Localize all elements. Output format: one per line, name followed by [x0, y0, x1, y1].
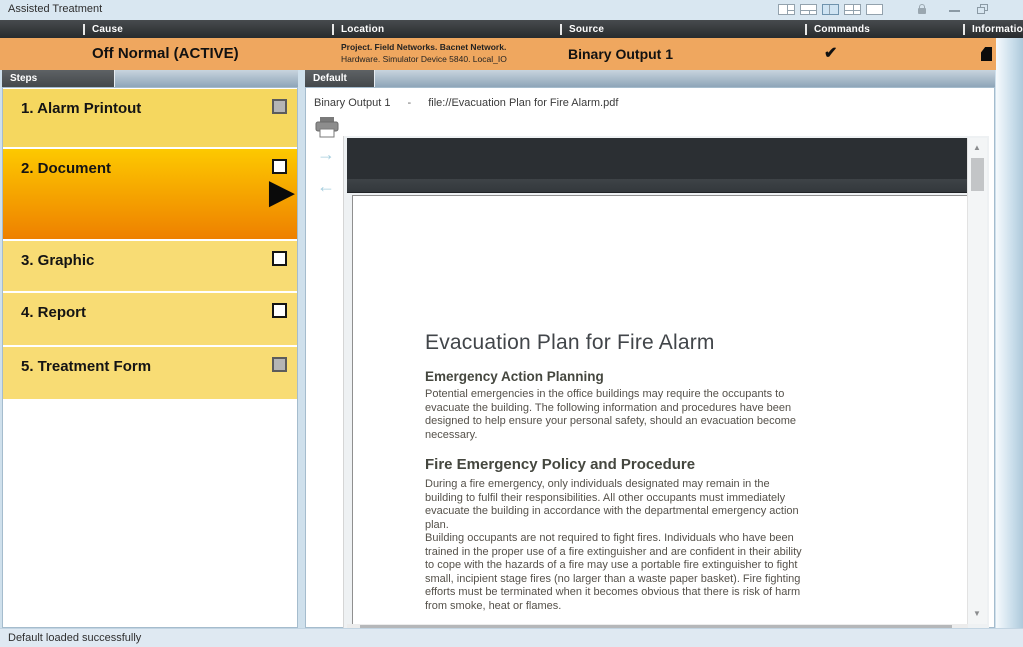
- step-checkbox-empty[interactable]: [272, 251, 287, 266]
- viewer-tab-bar: Default: [305, 70, 995, 87]
- document-title: Evacuation Plan for Fire Alarm: [425, 331, 803, 355]
- layout-split-bottom-icon[interactable]: [800, 4, 817, 15]
- scroll-down-icon[interactable]: ▼: [973, 610, 981, 618]
- breadcrumb-separator: -: [408, 97, 412, 109]
- command-check-icon: ✔: [824, 43, 837, 63]
- pdf-page: Evacuation Plan for Fire Alarm Emergency…: [352, 195, 968, 628]
- column-information: Information: [963, 20, 1023, 38]
- step-item-alarm-printout[interactable]: 1. Alarm Printout: [3, 89, 297, 147]
- title-bar: Assisted Treatment: [0, 0, 1023, 20]
- breadcrumb-file: file://Evacuation Plan for Fire Alarm.pd…: [428, 97, 618, 109]
- layout-split-right-icon[interactable]: [778, 4, 795, 15]
- layout-single-pane-icon[interactable]: [866, 4, 883, 15]
- vertical-scrollbar-thumb[interactable]: [971, 158, 984, 191]
- column-commands: Commands: [805, 20, 870, 38]
- step-checkbox-filled[interactable]: [272, 357, 287, 372]
- restore-button[interactable]: [976, 3, 990, 16]
- step-checkbox-empty[interactable]: [272, 303, 287, 318]
- document-heading: Fire Emergency Policy and Procedure: [425, 456, 803, 473]
- alarm-row[interactable]: Off Normal (ACTIVE) Project. Field Netwo…: [0, 38, 996, 70]
- print-button[interactable]: [314, 116, 340, 139]
- active-step-arrow-icon: ▶: [269, 175, 295, 209]
- alarm-source-text: Binary Output 1: [568, 46, 673, 62]
- window-title: Assisted Treatment: [8, 3, 102, 15]
- layout-two-pane-icon[interactable]: [822, 4, 839, 15]
- step-item-graphic[interactable]: 3. Graphic: [3, 241, 297, 291]
- column-location: Location: [332, 20, 384, 38]
- document-paragraph: Potential emergencies in the office buil…: [425, 388, 803, 442]
- tab-steps[interactable]: Steps: [2, 70, 115, 87]
- step-item-report[interactable]: 4. Report: [3, 293, 297, 345]
- status-bar: Default loaded successfully: [0, 628, 1023, 647]
- previous-step-arrow-button[interactable]: ←: [317, 178, 335, 194]
- layout-grid-icon[interactable]: [844, 4, 861, 15]
- assisted-treatment-window: Assisted Treatment Cause Location Source…: [0, 0, 1023, 647]
- steps-panel: 1. Alarm Printout 2. Document ▶ 3. Graph…: [2, 87, 298, 628]
- step-item-treatment-form[interactable]: 5. Treatment Form: [3, 347, 297, 399]
- pdf-toolbar: [347, 138, 968, 179]
- alarm-table-header: Cause Location Source Commands Informati…: [0, 20, 1023, 38]
- column-cause: Cause: [83, 20, 123, 38]
- vertical-scrollbar[interactable]: ▲ ▼: [967, 138, 987, 624]
- information-document-icon[interactable]: [981, 47, 992, 61]
- step-checkbox-empty[interactable]: [272, 159, 287, 174]
- document-heading: Emergency Action Planning: [425, 369, 803, 384]
- window-edge-strip: [996, 38, 1023, 628]
- pdf-viewer: Evacuation Plan for Fire Alarm Emergency…: [343, 136, 989, 639]
- step-item-document[interactable]: 2. Document ▶: [3, 149, 297, 239]
- tab-default[interactable]: Default: [305, 70, 375, 87]
- pdf-document-content: Evacuation Plan for Fire Alarm Emergency…: [425, 331, 803, 628]
- pdf-toolbar-lower: [347, 179, 968, 193]
- step-checkbox-filled[interactable]: [272, 99, 287, 114]
- alarm-location-text: Project. Field Networks. Bacnet Network.…: [341, 41, 507, 65]
- viewer-panel: Binary Output 1 - file://Evacuation Plan…: [305, 87, 995, 628]
- lock-icon[interactable]: [916, 4, 928, 16]
- column-source: Source: [560, 20, 604, 38]
- breadcrumb: Binary Output 1 - file://Evacuation Plan…: [314, 97, 618, 109]
- document-paragraph: During a fire emergency, only individual…: [425, 478, 803, 532]
- scroll-up-icon[interactable]: ▲: [973, 144, 981, 152]
- breadcrumb-source: Binary Output 1: [314, 97, 390, 109]
- next-step-arrow-button[interactable]: →: [317, 146, 335, 162]
- document-paragraph: Building occupants are not required to f…: [425, 532, 803, 613]
- steps-tab-bar: Steps: [2, 70, 298, 87]
- minimize-button[interactable]: [949, 2, 961, 14]
- status-text: Default loaded successfully: [8, 632, 141, 644]
- alarm-cause-text: Off Normal (ACTIVE): [92, 45, 239, 62]
